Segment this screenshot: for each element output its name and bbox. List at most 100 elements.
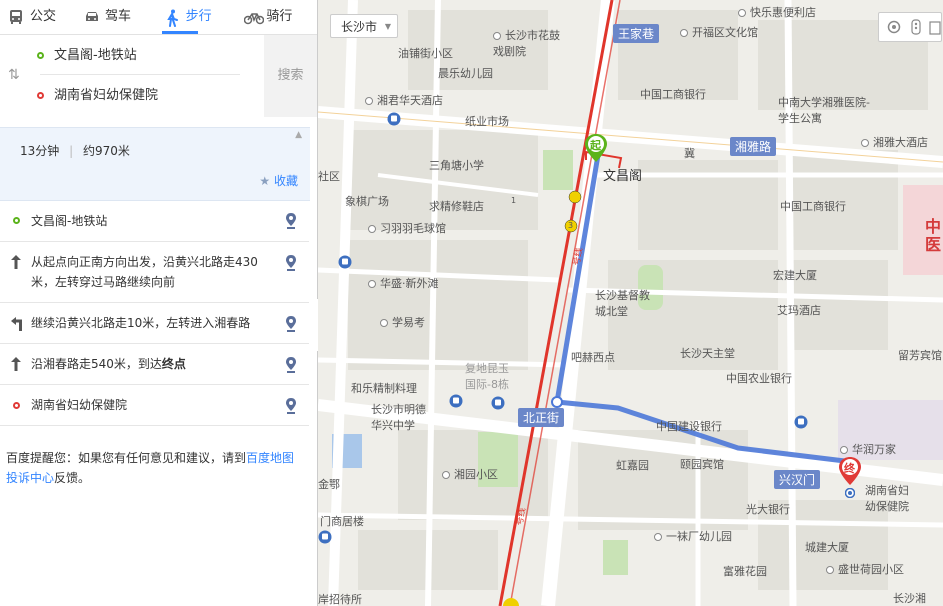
poi-label[interactable]: 纸业市场	[465, 113, 509, 129]
poi-label[interactable]: 中国工商银行	[640, 86, 706, 102]
bus-stop-icon[interactable]	[491, 396, 505, 410]
poi-label[interactable]: 中南大学湘雅医院-学生公寓	[778, 94, 878, 126]
bus-stop-icon[interactable]	[794, 415, 808, 429]
city-selector-label: 长沙市	[341, 20, 378, 34]
field-divider	[40, 74, 240, 75]
poi-label[interactable]: 复地昆玉国际-8栋	[465, 360, 515, 392]
poi-label[interactable]: 学易考	[380, 314, 425, 330]
bus-stop-icon[interactable]	[387, 112, 401, 126]
collapse-up-icon[interactable]: ▲	[295, 130, 302, 140]
start-marker-label: 起	[590, 139, 601, 152]
poi-label[interactable]: 油铺街小区	[398, 45, 453, 61]
poi-label[interactable]: 长沙天主堂	[680, 345, 735, 361]
city-selector[interactable]: 长沙市 ▼	[330, 14, 398, 38]
poi-label[interactable]: 长沙湘	[893, 590, 926, 606]
tab-bus[interactable]: 公交	[0, 0, 75, 34]
poi-label[interactable]: 社区	[318, 168, 340, 184]
bus-icon	[10, 10, 22, 24]
route-summary: ▲ 13分钟 | 约970米 ★ 收藏	[0, 127, 310, 201]
poi-label[interactable]: 盛世荷园小区	[826, 561, 904, 577]
poi-label[interactable]: 吧赫西点	[571, 349, 615, 365]
poi-label[interactable]: 长沙市明德华兴中学	[371, 401, 431, 433]
metro-exit-label: 1	[511, 196, 517, 205]
poi-label[interactable]: 华润万家	[840, 441, 896, 457]
start-field-text: 文昌阁-地铁站	[54, 48, 137, 63]
map-canvas[interactable]: 1 3 号线 号线 王家巷 湘雅路 北正街 兴汉门 快乐惠便利店 长沙市花鼓戏剧…	[318, 0, 943, 606]
bus-stop-icon[interactable]	[338, 255, 352, 269]
poi-label[interactable]: 湘雅大酒店	[861, 134, 928, 150]
locate-icon[interactable]	[285, 254, 297, 272]
fullscreen-icon[interactable]	[929, 21, 941, 35]
poi-label[interactable]: 华盛·新外滩	[368, 275, 439, 291]
tab-bike-label: 骑行	[266, 9, 293, 24]
traffic-icon[interactable]	[911, 19, 921, 35]
poi-label[interactable]: 和乐精制料理	[351, 380, 417, 396]
search-button[interactable]: 搜索	[264, 35, 317, 117]
poi-label[interactable]: 湘君华天酒店	[365, 92, 443, 108]
locate-icon[interactable]	[285, 356, 297, 374]
bike-icon	[244, 13, 265, 25]
bus-stop-icon[interactable]	[318, 530, 332, 544]
step-text: 沿湘春路走540米，到达终点	[31, 354, 261, 374]
metro-station-icon	[503, 598, 519, 606]
end-field[interactable]: 湖南省妇幼保健院	[37, 86, 158, 106]
step-text: 湖南省妇幼保健院	[31, 398, 128, 412]
poi-label[interactable]: 艾玛酒店	[777, 302, 821, 318]
tab-car[interactable]: 驾车	[75, 0, 156, 34]
poi-label[interactable]: 长沙市花鼓戏剧院	[493, 27, 563, 59]
poi-label[interactable]: 门商居楼	[320, 513, 364, 529]
poi-label[interactable]: 金鄂	[318, 476, 340, 492]
favorite-button[interactable]: ★ 收藏	[259, 172, 298, 189]
poi-label[interactable]: 开福区文化馆	[680, 24, 758, 40]
summary-text: 13分钟 | 约970米	[20, 142, 130, 159]
step-1[interactable]: 从起点向正南方向出发，沿黄兴北路走430米，左转穿过马路继续向前	[0, 242, 309, 303]
poi-label[interactable]: 一袜厂幼儿园	[654, 528, 732, 544]
poi-label[interactable]: 颐园宾馆	[680, 456, 724, 472]
step-2[interactable]: 继续沿黄兴北路走10米，左转进入湘春路	[0, 303, 309, 344]
tab-walk[interactable]: 步行	[156, 0, 237, 34]
poi-label[interactable]: 城建大厦	[805, 539, 849, 555]
poi-label[interactable]: 求精修鞋店	[429, 198, 484, 214]
green-area	[543, 150, 573, 190]
bus-stop-icon[interactable]	[449, 394, 463, 408]
poi-label[interactable]: 习羽羽毛球馆	[368, 220, 446, 236]
straight-arrow-icon	[11, 357, 21, 371]
end-dot-icon	[37, 92, 44, 99]
car-icon	[85, 12, 98, 21]
poi-label[interactable]: 文昌阁	[603, 165, 642, 184]
tab-walk-label: 步行	[185, 9, 212, 24]
poi-label[interactable]: 光大银行	[746, 501, 790, 517]
locate-icon[interactable]	[285, 397, 297, 415]
poi-label[interactable]: 宏建大厦	[773, 267, 817, 283]
step-end[interactable]: 湖南省妇幼保健院	[0, 385, 309, 426]
poi-label[interactable]: 富雅花园	[723, 563, 767, 579]
poi-label[interactable]: 岸招待所	[318, 591, 362, 606]
poi-label[interactable]: 晨乐幼儿园	[438, 65, 493, 81]
summary-distance: 约970米	[82, 144, 130, 158]
poi-label[interactable]: 三角塘小学	[429, 157, 484, 173]
locate-icon[interactable]	[285, 315, 297, 333]
poi-label[interactable]: 快乐惠便利店	[738, 4, 816, 20]
end-marker-label: 终	[844, 462, 855, 475]
panorama-icon[interactable]	[887, 20, 901, 34]
poi-label[interactable]: 湘园小区	[442, 466, 498, 482]
poi-label[interactable]: 冀	[684, 145, 695, 161]
poi-label[interactable]: 象棋广场	[345, 193, 389, 209]
tip-prefix: 百度提醒您：如果您有任何意见和建议，请到	[6, 451, 247, 465]
step-3[interactable]: 沿湘春路走540米，到达终点	[0, 344, 309, 385]
swap-icon[interactable]: ⇅	[8, 67, 24, 85]
tab-bike[interactable]: 骑行	[236, 0, 317, 34]
poi-label[interactable]: 虹嘉园	[616, 457, 649, 473]
step-text-main: 沿湘春路走540米，到达	[31, 357, 162, 371]
locate-icon[interactable]	[285, 212, 297, 230]
poi-label[interactable]: 留芳宾馆	[898, 347, 942, 363]
tab-car-label: 驾车	[104, 9, 131, 24]
step-start[interactable]: 文昌阁-地铁站	[0, 200, 309, 242]
poi-label[interactable]: 中国工商银行	[780, 198, 846, 214]
start-field[interactable]: 文昌阁-地铁站	[37, 46, 137, 66]
poi-label[interactable]: 长沙基督教城北堂	[595, 287, 655, 319]
turn-left-icon	[11, 317, 22, 331]
poi-label[interactable]: 中国建设银行	[656, 418, 722, 434]
poi-label[interactable]: 中国农业银行	[726, 370, 792, 386]
poi-label[interactable]: 湖南省妇幼保健院	[865, 482, 913, 514]
